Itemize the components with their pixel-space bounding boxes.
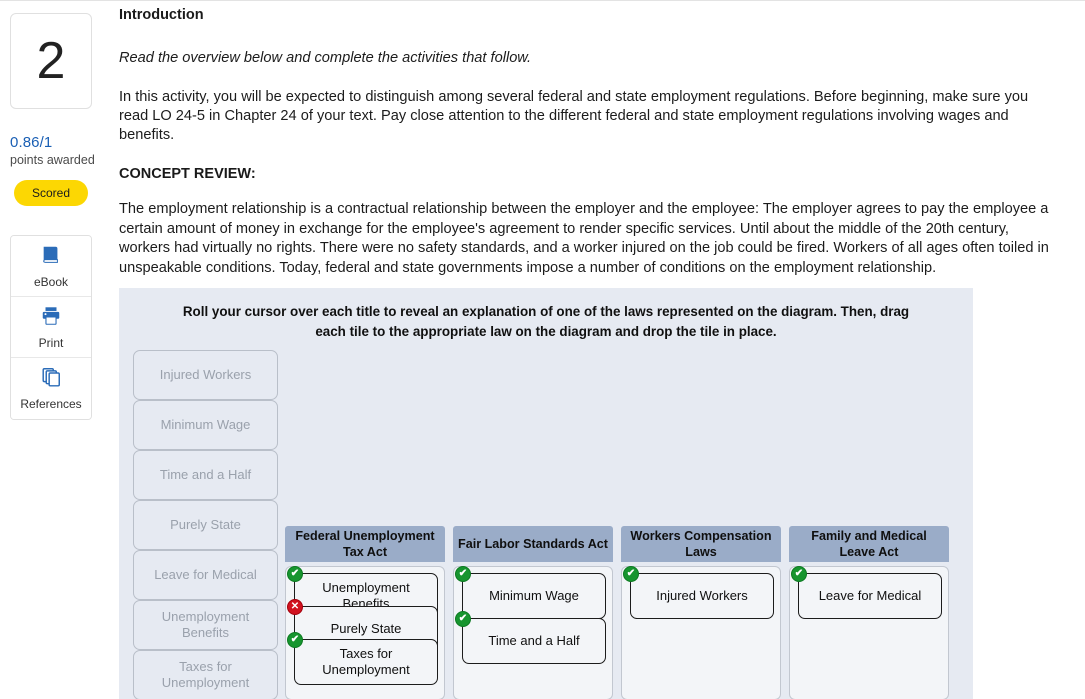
status-badge-label: Scored bbox=[31, 186, 71, 200]
status-badge: Scored bbox=[14, 180, 88, 206]
column-header: Fair Labor Standards Act bbox=[453, 526, 613, 562]
introduction-subtitle: Read the overview below and complete the… bbox=[119, 49, 532, 66]
tray-tile[interactable]: Minimum Wage bbox=[133, 400, 278, 450]
column-header: Federal Unemployment Tax Act bbox=[285, 526, 445, 562]
correct-icon: ✔ bbox=[455, 611, 471, 627]
question-sidebar: 2 0.86/1 points awarded Scored eBook Pri… bbox=[0, 1, 115, 699]
diagram-columns: Federal Unemployment Tax Act ✔ Unemploymen… bbox=[285, 526, 973, 699]
dropped-tile[interactable]: ✔ Minimum Wage bbox=[455, 566, 606, 619]
column-drop-zone[interactable]: ✔ Leave for Medical bbox=[789, 566, 949, 699]
drag-drop-activity-panel: Roll your cursor over each title to reve… bbox=[119, 288, 973, 699]
diagram-column: Federal Unemployment Tax Act ✔ Unemploymen… bbox=[285, 526, 445, 699]
concept-review-heading: CONCEPT REVIEW: bbox=[119, 166, 256, 183]
dropped-tile-label: Minimum Wage bbox=[489, 587, 579, 603]
tool-print-button[interactable]: Print bbox=[11, 297, 91, 358]
activity-instructions: Roll your cursor over each title to reve… bbox=[182, 304, 910, 339]
diagram-column: Fair Labor Standards Act ✔ Minimum Wage ✔ Ti… bbox=[453, 526, 613, 699]
column-drop-zone[interactable]: ✔ Unemployment Benefits ✕ Purely State ✔ Taxe… bbox=[285, 566, 445, 699]
question-number-box: 2 bbox=[10, 13, 92, 109]
points-awarded-label: points awarded bbox=[10, 153, 95, 167]
tool-ebook-label: eBook bbox=[33, 274, 69, 289]
dropped-tile[interactable]: ✔ Taxes for Unemployment bbox=[287, 632, 438, 685]
dropped-tile-label: Purely State bbox=[330, 620, 402, 636]
dropped-tile[interactable]: ✔ Injured Workers bbox=[623, 566, 774, 619]
copy-pages-icon bbox=[40, 366, 62, 393]
tray-tile[interactable]: Unemployment Benefits bbox=[133, 600, 278, 650]
diagram-column: Workers Compensation Laws ✔ Injured Worker… bbox=[621, 526, 781, 699]
tray-tile[interactable]: Taxes for Unemployment bbox=[133, 650, 278, 699]
correct-icon: ✔ bbox=[791, 566, 807, 582]
tray-tile[interactable]: Purely State bbox=[133, 500, 278, 550]
introduction-heading: Introduction bbox=[119, 7, 204, 23]
incorrect-icon: ✕ bbox=[287, 599, 303, 615]
tool-references-label: References bbox=[20, 397, 82, 411]
correct-icon: ✔ bbox=[287, 566, 303, 582]
tile-tray: Injured Workers Minimum Wage Time and a Ha… bbox=[133, 350, 281, 699]
points-awarded-value: 0.86/1 bbox=[10, 134, 53, 151]
diagram-column: Family and Medical Leave Act ✔ Leave for M… bbox=[789, 526, 949, 699]
dropped-tile-label: Taxes for Unemployment bbox=[322, 645, 410, 677]
correct-icon: ✔ bbox=[455, 566, 471, 582]
dropped-tile-label: Leave for Medical bbox=[818, 587, 922, 603]
book-icon bbox=[40, 244, 62, 271]
dropped-tile-label: Injured Workers bbox=[656, 587, 748, 603]
column-drop-zone[interactable]: ✔ Minimum Wage ✔ Time and a Half bbox=[453, 566, 613, 699]
correct-icon: ✔ bbox=[287, 632, 303, 648]
introduction-paragraph: In this activity, you will be expected t… bbox=[119, 88, 1029, 144]
question-content: Introduction Read the overview below and… bbox=[119, 1, 1085, 278]
tool-print-label: Print bbox=[38, 335, 64, 350]
column-drop-zone[interactable]: ✔ Injured Workers bbox=[621, 566, 781, 699]
dropped-tile[interactable]: ✔ Time and a Half bbox=[455, 611, 606, 664]
printer-icon bbox=[40, 305, 62, 332]
tool-references-button[interactable]: References bbox=[11, 358, 91, 419]
tray-tile[interactable]: Injured Workers bbox=[133, 350, 278, 400]
concept-review-paragraph: The employment relationship is a contrac… bbox=[119, 201, 1049, 276]
question-number: 2 bbox=[36, 32, 66, 90]
question-page: 2 0.86/1 points awarded Scored eBook Pri… bbox=[0, 0, 1085, 699]
tool-ebook-button[interactable]: eBook bbox=[11, 236, 91, 297]
dropped-tile[interactable]: ✔ Leave for Medical bbox=[791, 566, 942, 619]
tray-tile[interactable]: Time and a Half bbox=[133, 450, 278, 500]
column-header: Workers Compensation Laws bbox=[621, 526, 781, 562]
correct-icon: ✔ bbox=[623, 566, 639, 582]
column-header: Family and Medical Leave Act bbox=[789, 526, 949, 562]
tool-stack: eBook Print References bbox=[10, 235, 92, 420]
tray-tile[interactable]: Leave for Medical bbox=[133, 550, 278, 600]
dropped-tile-label: Time and a Half bbox=[488, 632, 580, 648]
